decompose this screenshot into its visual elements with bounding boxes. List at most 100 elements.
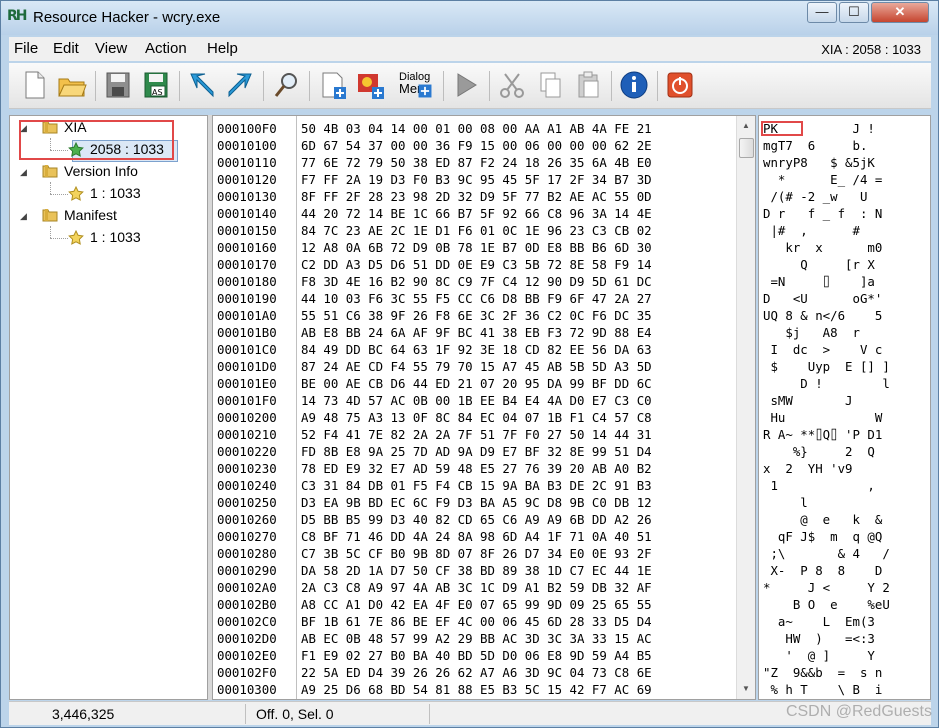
tree-leaf-manifest-1-1033[interactable]: 1 : 1033 [10,228,207,248]
hex-bytes-row[interactable]: 84 49 DD BC 64 63 1F 92 3E 18 CD 82 EE 5… [301,341,652,358]
save-as-icon[interactable]: AS [139,68,173,102]
expand-toggle-icon[interactable]: ◢ [20,167,27,178]
add-image-icon[interactable] [353,68,387,102]
scroll-up-arrow-icon[interactable]: ▲ [737,118,755,134]
hex-bytes-row[interactable]: C8 BF 71 46 DD 4A 24 8A 98 6D A4 1F 71 0… [301,528,652,545]
ascii-view[interactable]: PK J ! mgT7 6 b. wnryP8 $ &5jK * E_ /4 = /… [758,115,931,700]
ascii-row[interactable]: $ Uyp E [] ] [763,358,930,375]
ascii-row[interactable]: Q [r X [763,256,930,273]
tree-node-manifest[interactable]: ◢ Manifest [10,206,207,226]
tree-node-version-info[interactable]: ◢ Version Info [10,162,207,182]
maximize-button[interactable]: ☐ [839,2,869,23]
hex-bytes-row[interactable]: BE 00 AE CB D6 44 ED 21 07 20 95 DA 99 B… [301,375,652,392]
ascii-row[interactable]: x 2 YH 'v9 [763,460,930,477]
ascii-row[interactable]: * J < Y 2 [763,579,930,596]
menu-view[interactable]: View [95,40,127,57]
hex-bytes-row[interactable]: F1 E9 02 27 B0 BA 40 BD 5D D0 06 E8 9D 5… [301,647,652,664]
ascii-row[interactable]: D ! l [763,375,930,392]
hex-bytes-row[interactable]: 12 A8 0A 6B 72 D9 0B 78 1E B7 0D E8 BB B… [301,239,652,256]
ascii-row[interactable]: l [763,494,930,511]
back-arrow-icon[interactable] [185,68,219,102]
ascii-row[interactable]: X- P 8 8 D [763,562,930,579]
hex-bytes-row[interactable]: 44 10 03 F6 3C 55 F5 CC C6 D8 BB F9 6F 4… [301,290,652,307]
hex-bytes-row[interactable]: 52 F4 41 7E 82 2A 2A 7F 51 7F F0 27 50 1… [301,426,652,443]
copy-icon[interactable] [533,68,567,102]
ascii-row[interactable]: ;\ & 4 / [763,545,930,562]
menu-edit[interactable]: Edit [53,40,79,57]
ascii-row[interactable]: I dc > V c [763,341,930,358]
paste-icon[interactable] [571,68,605,102]
ascii-row[interactable]: D r f _ f : N [763,205,930,222]
open-folder-icon[interactable] [55,68,89,102]
ascii-row[interactable]: D <U oG*' [763,290,930,307]
hex-bytes-row[interactable]: 6D 67 54 37 00 00 36 F9 15 00 06 00 00 0… [301,137,652,154]
hex-bytes-row[interactable]: D3 EA 9B BD EC 6C F9 D3 BA A5 9C D8 9B C… [301,494,652,511]
hex-bytes-row[interactable]: F7 FF 2A 19 D3 F0 B3 9C 95 45 5F 17 2F 3… [301,171,652,188]
add-resource-icon[interactable] [315,68,349,102]
ascii-row[interactable]: %} 2 Q [763,443,930,460]
exit-icon[interactable] [663,68,697,102]
ascii-row[interactable]: a~ L Em(3 [763,613,930,630]
close-button[interactable]: ✕ [871,2,929,23]
hex-bytes-row[interactable]: A9 48 75 A3 13 0F 8C 84 EC 04 07 1B F1 C… [301,409,652,426]
ascii-row[interactable]: HW ) =<:3 [763,630,930,647]
ascii-row[interactable]: PK J ! [763,120,930,137]
run-icon[interactable] [449,68,483,102]
hex-editor[interactable]: 000100F0 00010100 00010110 00010120 00010130… [212,115,756,700]
ascii-row[interactable]: =N ⌷ ]a [763,273,930,290]
hex-bytes-row[interactable]: F8 3D 4E 16 B2 90 8C C9 7F C4 12 90 D9 5… [301,273,652,290]
expand-toggle-icon[interactable]: ◢ [20,211,27,222]
ascii-row[interactable]: B O e %eU [763,596,930,613]
minimize-button[interactable]: — [807,2,837,23]
hex-bytes-row[interactable]: 87 24 AE CD F4 55 79 70 15 A7 45 AB 5B 5… [301,358,652,375]
menu-file[interactable]: File [14,40,38,57]
hex-bytes-row[interactable]: 22 5A ED D4 39 26 26 62 A7 A6 3D 9C 04 7… [301,664,652,681]
hex-bytes-row[interactable]: C3 31 84 DB 01 F5 F4 CB 15 9A BA B3 DE 2… [301,477,652,494]
ascii-row[interactable]: @ e k & [763,511,930,528]
ascii-row[interactable]: * E_ /4 = [763,171,930,188]
find-icon[interactable] [269,68,303,102]
hex-bytes-row[interactable]: BF 1B 61 7E 86 BE EF 4C 00 06 45 6D 28 3… [301,613,652,630]
hex-bytes-row[interactable]: C2 DD A3 D5 D6 51 DD 0E E9 C3 5B 72 8E 5… [301,256,652,273]
ascii-row[interactable]: qF J$ m q @Q [763,528,930,545]
hex-bytes-row[interactable]: D5 BB B5 99 D3 40 82 CD 65 C6 A9 A9 6B D… [301,511,652,528]
save-icon[interactable] [101,68,135,102]
cut-icon[interactable] [495,68,529,102]
hex-bytes-row[interactable]: AB EC 0B 48 57 99 A2 29 BB AC 3D 3C 3A 3… [301,630,652,647]
new-file-icon[interactable] [17,68,51,102]
hex-bytes-row[interactable]: 44 20 72 14 BE 1C 66 B7 5F 92 66 C8 96 3… [301,205,652,222]
hex-bytes-column[interactable]: 50 4B 03 04 14 00 01 00 08 00 AA A1 AB 4… [297,116,735,699]
hex-bytes-row[interactable]: 78 ED E9 32 E7 AD 59 48 E5 27 76 39 20 A… [301,460,652,477]
hex-bytes-row[interactable]: 2A C3 C8 A9 97 4A AB 3C 1C D9 A1 B2 59 D… [301,579,652,596]
hex-bytes-row[interactable]: 84 7C 23 AE 2C 1E D1 F6 01 0C 1E 96 23 C… [301,222,652,239]
hex-bytes-row[interactable]: FD 8B E8 9A 25 7D AD 9A D9 E7 BF 32 8E 9… [301,443,652,460]
ascii-row[interactable]: 1 , [763,477,930,494]
hex-bytes-row[interactable]: A8 CC A1 D0 42 EA 4F E0 07 65 99 9D 09 2… [301,596,652,613]
ascii-row[interactable]: $j A8 r [763,324,930,341]
ascii-row[interactable]: mgT7 6 b. [763,137,930,154]
ascii-row[interactable]: UQ 8 & n</6 5 [763,307,930,324]
scroll-down-arrow-icon[interactable]: ▼ [737,681,755,697]
menu-help[interactable]: Help [207,40,238,57]
hex-bytes-row[interactable]: AB E8 BB 24 6A AF 9F BC 41 38 EB F3 72 9… [301,324,652,341]
hex-bytes-row[interactable]: 55 51 C6 38 9F 26 F8 6E 3C 2F 36 C2 0C F… [301,307,652,324]
ascii-row[interactable]: R A~ **⌷Q⌷ 'P D1 [763,426,930,443]
scroll-thumb[interactable] [739,138,754,158]
forward-arrow-icon[interactable] [223,68,257,102]
tree-leaf-version-1-1033[interactable]: 1 : 1033 [10,184,207,204]
ascii-row[interactable]: /(# -2 _w U [763,188,930,205]
vertical-scrollbar[interactable]: ▲ ▼ [736,116,755,699]
ascii-row[interactable]: Hu W [763,409,930,426]
ascii-row[interactable]: wnryP8 $ &5jK [763,154,930,171]
ascii-row[interactable]: ' @ ] Y [763,647,930,664]
hex-bytes-row[interactable]: 77 6E 72 79 50 38 ED 87 F2 24 18 26 35 6… [301,154,652,171]
hex-bytes-row[interactable]: 14 73 4D 57 AC 0B 00 1B EE B4 E4 4A D0 E… [301,392,652,409]
menu-action[interactable]: Action [145,40,187,57]
hex-bytes-row[interactable]: A9 25 D6 68 BD 54 81 88 E5 B3 5C 15 42 F… [301,681,652,698]
ascii-row[interactable]: sMW J [763,392,930,409]
ascii-row[interactable]: % h T \ B i [763,681,930,698]
ascii-row[interactable]: "Z 9&&b = s n [763,664,930,681]
ascii-row[interactable]: kr x m0 [763,239,930,256]
hex-bytes-row[interactable]: C7 3B 5C CF B0 9B 8D 07 8F 26 D7 34 E0 0… [301,545,652,562]
hex-bytes-row[interactable]: 8F FF 2F 28 23 98 2D 32 D9 5F 77 B2 AE A… [301,188,652,205]
